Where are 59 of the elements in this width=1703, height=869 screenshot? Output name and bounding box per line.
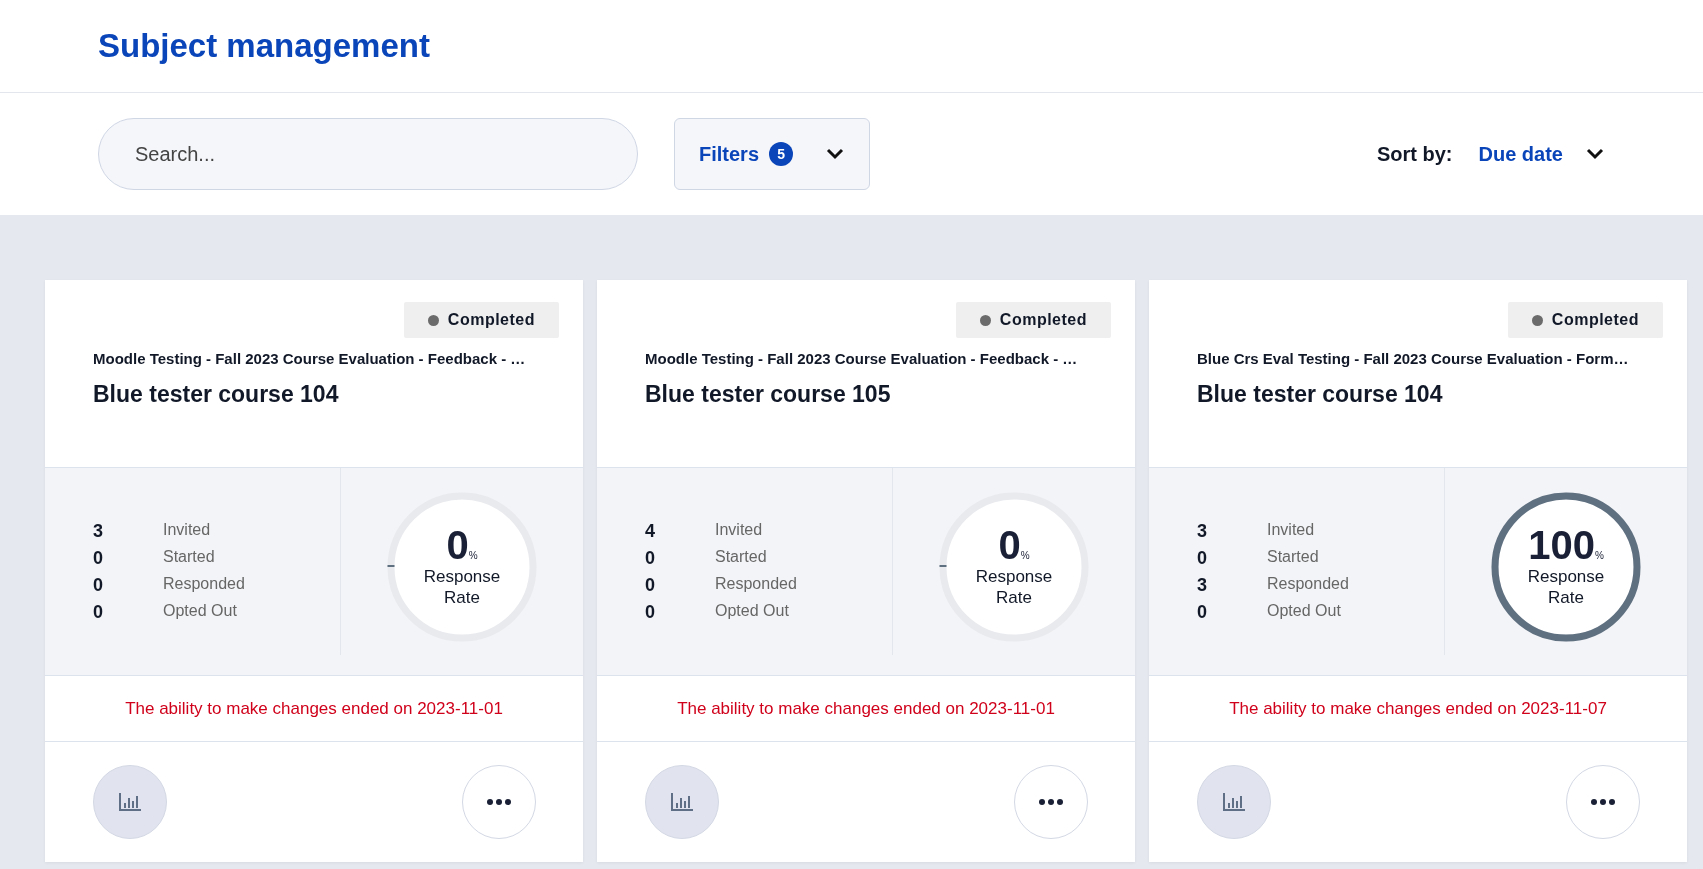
stat-label: Opted Out <box>1267 601 1342 621</box>
sort-label: Sort by: <box>1376 142 1453 166</box>
stat-value: 0 <box>645 547 656 569</box>
stat-value: 0 <box>93 574 104 596</box>
bar-chart-icon <box>118 792 142 812</box>
project-name: Blue Crs Eval Testing - Fall 2023 Course Evaluation - Form… <box>1197 350 1630 367</box>
response-rate-label: Response Rate <box>974 567 1054 608</box>
status-badge: Completed <box>403 302 559 338</box>
stat-label: Invited <box>163 520 212 540</box>
deadline-message: The ability to make changes ended on 2023-11-01 <box>677 698 1055 719</box>
course-title: Blue tester course 104 <box>93 381 340 408</box>
bar-chart-icon <box>670 792 694 812</box>
stat-value: 0 <box>1197 601 1208 623</box>
stat-value: 0 <box>93 601 104 623</box>
response-rate-label: Response Rate <box>422 567 502 608</box>
response-rate-label: Response Rate <box>1526 567 1606 608</box>
course-title: Blue tester course 104 <box>1197 381 1444 408</box>
stat-label: Invited <box>1267 520 1316 540</box>
stat-label: Opted Out <box>715 601 790 621</box>
stat-label: Responded <box>1267 574 1350 594</box>
stat-label: Invited <box>715 520 764 540</box>
stat-value: 0 <box>645 601 656 623</box>
sort-dropdown[interactable]: Due date <box>1478 142 1605 166</box>
chevron-down-icon <box>1585 147 1605 161</box>
stat-value: 0 <box>645 574 656 596</box>
bar-chart-icon <box>1222 792 1246 812</box>
chevron-down-icon <box>825 147 845 161</box>
stat-label: Started <box>163 547 216 567</box>
more-icon <box>1591 799 1615 805</box>
stat-label: Opted Out <box>163 601 238 621</box>
stat-value: 3 <box>1197 520 1208 542</box>
stat-value: 3 <box>1197 574 1208 596</box>
deadline-message: The ability to make changes ended on 2023-11-07 <box>1229 698 1607 719</box>
status-badge: Completed <box>955 302 1111 338</box>
percent-unit: % <box>1020 550 1030 562</box>
stat-value: 4 <box>645 520 656 542</box>
project-name: Moodle Testing - Fall 2023 Course Evaluation - Feedback - … <box>93 350 527 367</box>
stat-label: Responded <box>163 574 246 594</box>
project-name: Moodle Testing - Fall 2023 Course Evaluation - Feedback - … <box>645 350 1079 367</box>
filter-count-badge: 5 <box>769 142 794 166</box>
search-field[interactable]: Search... <box>98 118 638 190</box>
percent-unit: % <box>468 550 478 562</box>
more-icon <box>1039 799 1063 805</box>
stat-value: 0 <box>1197 547 1208 569</box>
response-rate-value: 0 <box>998 525 1021 566</box>
filters-button[interactable]: Filters 5 <box>674 118 870 190</box>
more-icon <box>487 799 511 805</box>
stat-label: Started <box>1267 547 1320 567</box>
course-title: Blue tester course 105 <box>645 381 892 408</box>
stat-label: Started <box>715 547 768 567</box>
page-title: Subject management <box>98 27 430 65</box>
status-badge: Completed <box>1507 302 1663 338</box>
stat-value: 0 <box>93 547 104 569</box>
percent-unit: % <box>1594 550 1604 562</box>
response-rate-value: 100 <box>1528 525 1595 566</box>
response-rate-value: 0 <box>446 525 469 566</box>
deadline-message: The ability to make changes ended on 2023-11-01 <box>125 698 503 719</box>
stat-value: 3 <box>93 520 104 542</box>
stat-label: Responded <box>715 574 798 594</box>
